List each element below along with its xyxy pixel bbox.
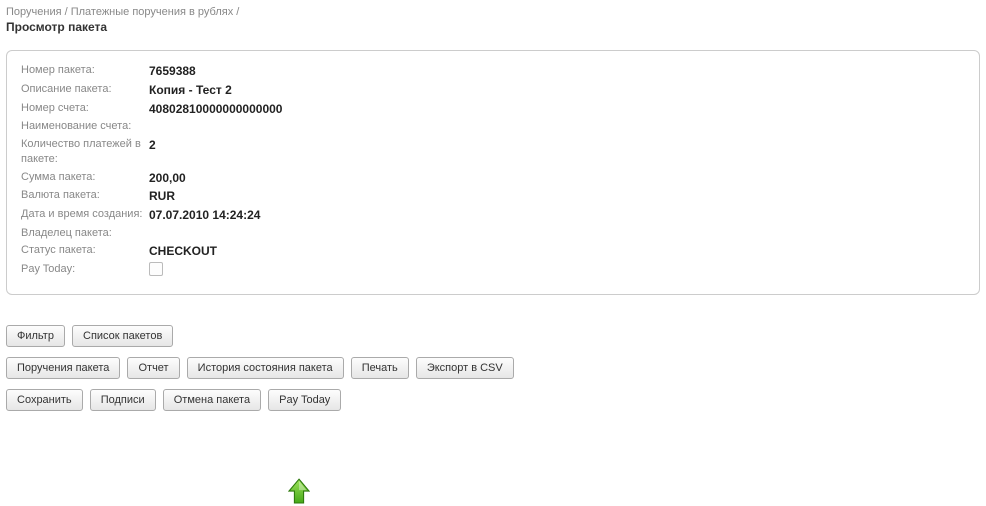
label-created-at: Дата и время создания:: [21, 207, 149, 224]
signatures-button[interactable]: Подписи: [90, 389, 156, 411]
value-packet-sum: 200,00: [149, 170, 186, 187]
arrow-up-icon: [288, 478, 310, 506]
breadcrumb-ruble-orders[interactable]: Платежные поручения в рублях: [71, 6, 233, 18]
value-packet-currency: RUR: [149, 188, 175, 205]
export-csv-button[interactable]: Экспорт в CSV: [416, 357, 514, 379]
label-packet-owner: Владелец пакета:: [21, 226, 149, 241]
breadcrumb-sep: /: [62, 6, 71, 18]
pay-today-checkbox[interactable]: [149, 262, 163, 276]
label-account-number: Номер счета:: [21, 101, 149, 118]
label-packet-desc: Описание пакета:: [21, 82, 149, 99]
breadcrumb: Поручения / Платежные поручения в рублях…: [6, 6, 980, 18]
value-account-number: 40802810000000000000: [149, 101, 282, 118]
label-packet-status: Статус пакета:: [21, 243, 149, 260]
cancel-packet-button[interactable]: Отмена пакета: [163, 389, 261, 411]
breadcrumb-orders[interactable]: Поручения: [6, 6, 62, 18]
breadcrumb-sep2: /: [233, 6, 239, 18]
value-packet-desc: Копия - Тест 2: [149, 82, 232, 99]
value-payment-count: 2: [149, 137, 156, 168]
save-button[interactable]: Сохранить: [6, 389, 83, 411]
label-account-name: Наименование счета:: [21, 119, 149, 134]
pay-today-button[interactable]: Pay Today: [268, 389, 341, 411]
status-history-button[interactable]: История состояния пакета: [187, 357, 344, 379]
filter-button[interactable]: Фильтр: [6, 325, 65, 347]
print-button[interactable]: Печать: [351, 357, 409, 379]
value-packet-number: 7659388: [149, 63, 196, 80]
packet-list-button[interactable]: Список пакетов: [72, 325, 173, 347]
label-pay-today: Pay Today:: [21, 262, 149, 281]
label-packet-number: Номер пакета:: [21, 63, 149, 80]
page-title: Просмотр пакета: [6, 20, 980, 34]
label-payment-count: Количество платежей в пакете:: [21, 137, 149, 168]
packet-details: Номер пакета:7659388 Описание пакета:Коп…: [6, 50, 980, 295]
report-button[interactable]: Отчет: [127, 357, 179, 379]
label-packet-currency: Валюта пакета:: [21, 188, 149, 205]
value-packet-status: CHECKOUT: [149, 243, 217, 260]
value-created-at: 07.07.2010 14:24:24: [149, 207, 260, 224]
label-packet-sum: Сумма пакета:: [21, 170, 149, 187]
packet-orders-button[interactable]: Поручения пакета: [6, 357, 120, 379]
